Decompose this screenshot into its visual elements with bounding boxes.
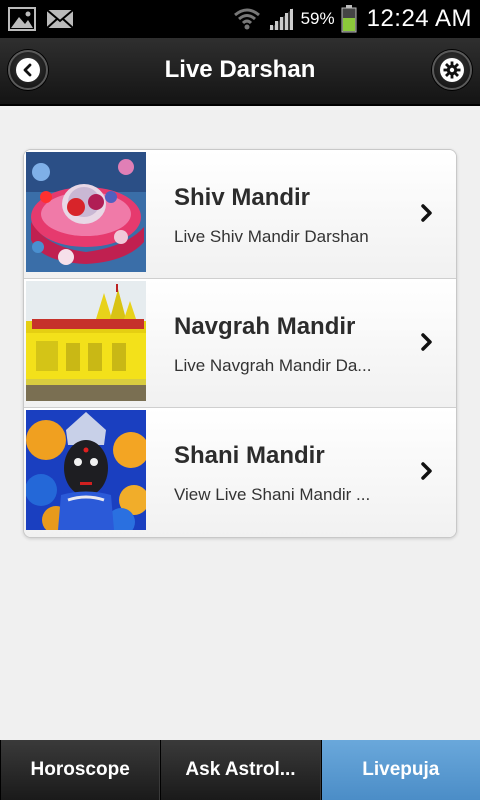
tab-ask-astrologer[interactable]: Ask Astrol...: [160, 740, 321, 800]
tab-horoscope[interactable]: Horoscope: [0, 740, 161, 800]
bottom-tab-bar: Horoscope Ask Astrol... Livepuja: [0, 740, 480, 800]
battery-icon: [341, 5, 357, 33]
status-left-icons: [8, 7, 74, 31]
list-item-subtitle: Live Shiv Mandir Darshan: [174, 227, 369, 246]
gear-icon: [440, 58, 464, 82]
list-item-title: Shiv Mandir: [174, 184, 311, 211]
action-bar: Live Darshan: [0, 38, 480, 106]
image-icon: [8, 7, 36, 31]
wifi-icon: [233, 8, 260, 30]
list-item-shani-mandir[interactable]: Shani Mandir View Live Shani Mandir ...: [24, 408, 456, 537]
clock: 12:24 AM: [366, 5, 472, 32]
navgrah-mandir-thumbnail: [26, 281, 146, 401]
signal-icon: [268, 8, 293, 30]
chevron-right-icon: [421, 333, 432, 351]
chevron-right-icon: [421, 204, 432, 222]
battery-percent: 59%: [300, 9, 335, 28]
temple-list: Shiv Mandir Live Shiv Mandir Darshan Nav…: [23, 149, 457, 538]
list-item-subtitle: View Live Shani Mandir ...: [174, 485, 371, 504]
shani-mandir-thumbnail: [26, 410, 146, 530]
settings-button[interactable]: [432, 50, 472, 90]
list-item-title: Navgrah Mandir: [174, 313, 356, 340]
status-right: 59% 12:24 AM: [233, 0, 472, 38]
list-item-navgrah-mandir[interactable]: Navgrah Mandir Live Navgrah Mandir Da...: [24, 279, 456, 408]
status-bar: 59% 12:24 AM: [0, 0, 480, 38]
page-title: Live Darshan: [164, 56, 316, 83]
chevron-right-icon: [421, 462, 432, 480]
list-item-shiv-mandir[interactable]: Shiv Mandir Live Shiv Mandir Darshan: [24, 150, 456, 279]
shiv-mandir-thumbnail: [26, 152, 146, 272]
tab-livepuja[interactable]: Livepuja: [320, 740, 480, 800]
list-item-title: Shani Mandir: [174, 442, 325, 469]
list-item-subtitle: Live Navgrah Mandir Da...: [174, 356, 372, 375]
mail-icon: [46, 9, 74, 29]
